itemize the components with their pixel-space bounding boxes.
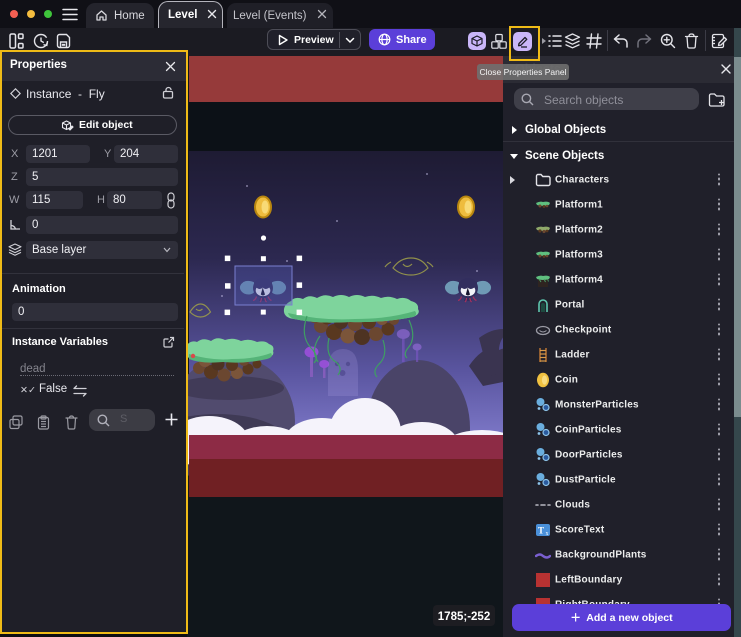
svg-text:T: T xyxy=(538,525,544,535)
svg-text:1785;-252: 1785;-252 xyxy=(438,611,490,623)
svg-text:x: x xyxy=(546,531,549,537)
